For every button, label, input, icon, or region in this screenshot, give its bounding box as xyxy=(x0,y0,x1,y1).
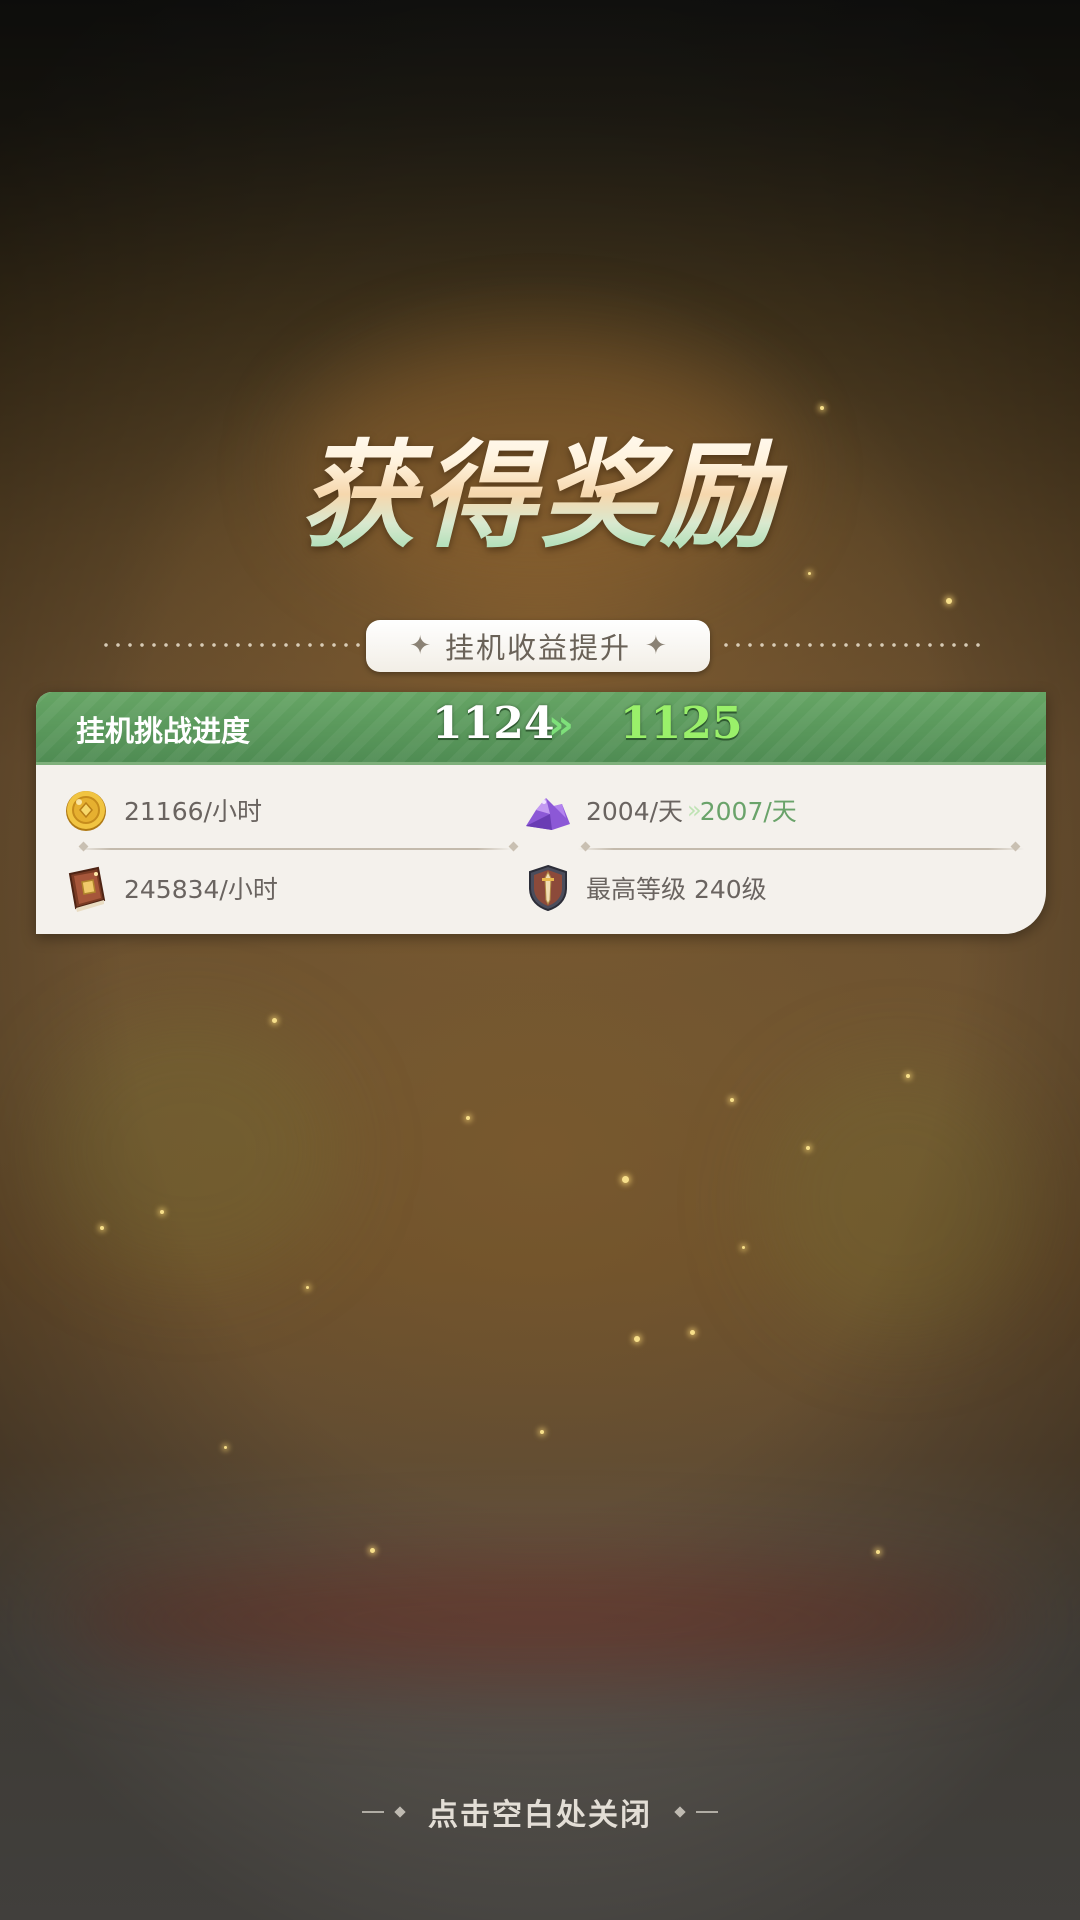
sparkle-particle xyxy=(730,1098,734,1102)
sparkle-star-icon: ✦ xyxy=(409,631,431,661)
max-level: 最高等级 240级 xyxy=(586,875,767,904)
background-blur-shape xyxy=(760,1060,1040,1340)
subtitle-banner: ✦ 挂机收益提升 ✦ xyxy=(366,620,710,672)
exp-rate: 245834/小时 xyxy=(124,875,278,904)
stat-level: 最高等级 240级 xyxy=(522,862,767,914)
hint-line xyxy=(362,1811,384,1813)
double-chevron-right-icon: » xyxy=(548,702,574,748)
progress-from-value: 1124 xyxy=(432,698,555,749)
sparkle-particle xyxy=(946,598,952,604)
progress-header: 挂机挑战进度 1124 » 1125 xyxy=(36,692,1046,765)
sparkle-particle xyxy=(160,1210,164,1214)
purple-crystal-icon xyxy=(526,798,570,830)
subtitle-text: 挂机收益提升 xyxy=(444,631,631,665)
hint-diamond xyxy=(674,1806,686,1818)
progress-label: 挂机挑战进度 xyxy=(76,714,251,748)
sparkle-particle xyxy=(808,572,811,575)
background-blur-shape xyxy=(40,1020,340,1280)
sparkle-particle xyxy=(806,1146,810,1150)
dotted-divider-left xyxy=(100,642,362,648)
dotted-divider-right xyxy=(720,642,982,648)
sparkle-particle xyxy=(466,1116,470,1120)
sparkle-particle xyxy=(876,1550,880,1554)
row-divider xyxy=(76,848,512,850)
sparkle-particle xyxy=(622,1176,629,1183)
stat-gold: 21166/小时 xyxy=(60,784,262,836)
progress-to-value: 1125 xyxy=(620,698,743,749)
sparkle-particle xyxy=(690,1330,695,1335)
crystal-rate-from: 2004/天 xyxy=(586,797,684,826)
background-blur-shape xyxy=(60,1560,1020,1680)
close-hint[interactable]: 点击空白处关闭 xyxy=(0,1790,1080,1834)
gold-coin-icon xyxy=(66,791,106,831)
hint-line xyxy=(696,1811,718,1813)
reward-title: 获得奖励 xyxy=(0,402,1080,570)
double-chevron-right-icon: » xyxy=(687,796,701,824)
sparkle-star-icon: ✦ xyxy=(645,631,667,661)
close-hint-text: 点击空白处关闭 xyxy=(428,1798,652,1833)
gold-rate: 21166/小时 xyxy=(124,797,262,826)
level-shield-icon xyxy=(529,864,567,912)
sparkle-particle xyxy=(272,1018,277,1023)
sparkle-particle xyxy=(540,1430,544,1434)
sparkle-particle xyxy=(634,1336,640,1342)
sparkle-particle xyxy=(906,1074,910,1078)
stat-crystal: 2004/天 » 2007/天 xyxy=(522,784,797,836)
row-divider xyxy=(578,848,1024,850)
sparkle-particle xyxy=(370,1548,375,1553)
crystal-rate-to: 2007/天 xyxy=(699,797,797,826)
reward-popup-overlay[interactable]: 获得奖励 ✦ 挂机收益提升 ✦ 挂机挑战进度 1124 » 1125 21166… xyxy=(0,0,1080,1920)
exp-book-icon xyxy=(68,866,106,912)
sparkle-particle xyxy=(742,1246,745,1249)
stat-exp: 245834/小时 xyxy=(60,862,278,914)
background-vignette xyxy=(0,0,1080,1920)
sparkle-particle xyxy=(100,1226,104,1230)
sparkle-particle xyxy=(306,1286,309,1289)
sparkle-particle xyxy=(224,1446,227,1449)
hint-diamond xyxy=(394,1806,406,1818)
